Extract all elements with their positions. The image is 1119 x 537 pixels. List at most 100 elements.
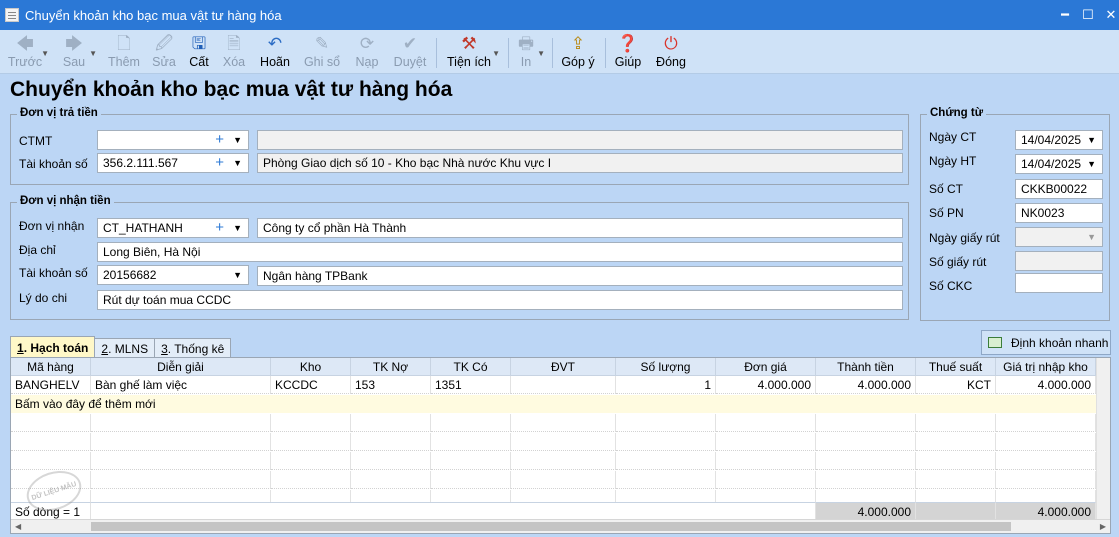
- close-button[interactable]: ⏻ Đóng: [655, 32, 687, 72]
- address-field[interactable]: Long Biên, Hà Nội: [97, 242, 903, 262]
- empty-row[interactable]: [11, 414, 1110, 432]
- tab-statistics[interactable]: 3. Thống kê: [154, 338, 232, 358]
- close-window-button[interactable]: ✕: [1098, 0, 1119, 30]
- empty-cell[interactable]: [511, 433, 616, 451]
- scroll-thumb[interactable]: [91, 522, 1011, 531]
- col-header-amount[interactable]: Thành tiền: [816, 358, 916, 376]
- col-header-description[interactable]: Diễn giải: [91, 358, 271, 376]
- col-header-stock-value[interactable]: Giá trị nhập kho: [996, 358, 1096, 376]
- cell-unit[interactable]: [511, 376, 616, 394]
- empty-cell[interactable]: [511, 414, 616, 432]
- cell-item-code[interactable]: BANGHELV: [11, 376, 91, 394]
- approve-button[interactable]: ✔ Duyệt: [393, 32, 427, 72]
- empty-cell[interactable]: [91, 452, 271, 470]
- empty-cell[interactable]: [916, 414, 996, 432]
- empty-cell[interactable]: [996, 452, 1096, 470]
- empty-cell[interactable]: [351, 414, 431, 432]
- cell-amount[interactable]: 4.000.000: [816, 376, 916, 394]
- chevron-down-icon[interactable]: ▼: [233, 219, 242, 237]
- empty-cell[interactable]: [996, 414, 1096, 432]
- empty-cell[interactable]: [271, 471, 351, 489]
- col-header-tax-rate[interactable]: Thuế suất: [916, 358, 996, 376]
- plus-icon[interactable]: +: [215, 219, 224, 237]
- save-button[interactable]: 🖫 Cất: [187, 32, 211, 72]
- chevron-down-icon[interactable]: ▼: [1087, 131, 1096, 149]
- withdraw-date-picker[interactable]: ▼: [1015, 227, 1103, 247]
- empty-cell[interactable]: [996, 471, 1096, 489]
- ctmt-combo[interactable]: + ▼: [97, 130, 249, 150]
- payee-account-combo[interactable]: 20156682 ▼: [97, 265, 249, 285]
- cell-credit-account[interactable]: 1351: [431, 376, 511, 394]
- cell-description[interactable]: Bàn ghế làm việc: [91, 376, 271, 394]
- empty-cell[interactable]: [431, 471, 511, 489]
- chevron-down-icon[interactable]: ▼: [537, 49, 545, 58]
- scroll-right-icon[interactable]: ▶: [1100, 520, 1106, 533]
- empty-cell[interactable]: [351, 433, 431, 451]
- cell-warehouse[interactable]: KCCDC: [271, 376, 351, 394]
- edit-button[interactable]: 🖉 Sửa: [151, 32, 177, 72]
- reload-button[interactable]: ⟳ Nạp: [354, 32, 380, 72]
- help-button[interactable]: ❓ Giúp: [614, 32, 642, 72]
- add-button[interactable]: 🗋 Thêm: [108, 32, 140, 72]
- empty-cell[interactable]: [816, 433, 916, 451]
- empty-cell[interactable]: [431, 433, 511, 451]
- date-ht-picker[interactable]: 14/04/2025 ▼: [1015, 154, 1103, 174]
- payee-unit-name[interactable]: Công ty cổ phần Hà Thành: [257, 218, 903, 238]
- bank-name-field[interactable]: Ngân hàng TPBank: [257, 266, 903, 286]
- col-header-warehouse[interactable]: Kho: [271, 358, 351, 376]
- undo-button[interactable]: ↶ Hoãn: [259, 32, 291, 72]
- empty-cell[interactable]: [916, 433, 996, 451]
- tab-accounting[interactable]: 1. Hạch toán: [10, 336, 96, 358]
- chevron-down-icon[interactable]: ▼: [41, 49, 49, 58]
- utilities-button[interactable]: ⚒ Tiện ích ▼: [447, 32, 500, 72]
- empty-cell[interactable]: [91, 471, 271, 489]
- date-ct-picker[interactable]: 14/04/2025 ▼: [1015, 130, 1103, 150]
- empty-cell[interactable]: [271, 414, 351, 432]
- chevron-down-icon[interactable]: ▼: [233, 266, 242, 284]
- accounting-grid[interactable]: Mã hàng Diễn giải Kho TK Nợ TK Có ĐVT Số…: [10, 357, 1111, 534]
- col-header-item-code[interactable]: Mã hàng: [11, 358, 91, 376]
- so-pn-field[interactable]: NK0023: [1015, 203, 1103, 223]
- plus-icon[interactable]: +: [215, 131, 224, 149]
- add-new-row-label[interactable]: Bấm vào đây để thêm mới: [11, 395, 411, 413]
- empty-cell[interactable]: [816, 414, 916, 432]
- empty-row[interactable]: [11, 471, 1110, 489]
- next-button[interactable]: 🡆 Sau ▼: [60, 32, 97, 72]
- reason-field[interactable]: Rút dự toán mua CCDC: [97, 290, 903, 310]
- empty-row[interactable]: [11, 433, 1110, 451]
- empty-cell[interactable]: [511, 471, 616, 489]
- col-header-unit-price[interactable]: Đơn giá: [716, 358, 816, 376]
- empty-cell[interactable]: [716, 452, 816, 470]
- empty-cell[interactable]: [431, 452, 511, 470]
- chevron-down-icon[interactable]: ▼: [492, 49, 500, 58]
- cell-stock-value[interactable]: 4.000.000: [996, 376, 1096, 394]
- empty-cell[interactable]: [816, 452, 916, 470]
- empty-cell[interactable]: [616, 452, 716, 470]
- empty-cell[interactable]: [916, 452, 996, 470]
- payer-account-combo[interactable]: 356.2.111.567 + ▼: [97, 153, 249, 173]
- empty-cell[interactable]: [91, 414, 271, 432]
- empty-cell[interactable]: [431, 414, 511, 432]
- withdraw-no-field[interactable]: [1015, 251, 1103, 271]
- post-button[interactable]: ✎ Ghi sổ: [304, 32, 340, 72]
- empty-cell[interactable]: [271, 452, 351, 470]
- delete-button[interactable]: 🗎 Xóa: [221, 32, 247, 72]
- empty-cell[interactable]: [271, 433, 351, 451]
- table-row[interactable]: BANGHELV Bàn ghế làm việc KCCDC 153 1351…: [11, 376, 1110, 394]
- col-header-debit-account[interactable]: TK Nợ: [351, 358, 431, 376]
- empty-cell[interactable]: [916, 471, 996, 489]
- payee-unit-combo[interactable]: CT_HATHANH + ▼: [97, 218, 249, 238]
- empty-cell[interactable]: [511, 452, 616, 470]
- empty-cell[interactable]: [716, 433, 816, 451]
- empty-cell[interactable]: [11, 414, 91, 432]
- cell-debit-account[interactable]: 153: [351, 376, 431, 394]
- ckc-field[interactable]: [1015, 273, 1103, 293]
- empty-cell[interactable]: [616, 471, 716, 489]
- chevron-down-icon[interactable]: ▼: [89, 49, 97, 58]
- empty-cell[interactable]: [351, 471, 431, 489]
- feedback-button[interactable]: ⇪ Góp ý: [561, 32, 595, 72]
- empty-cell[interactable]: [351, 452, 431, 470]
- empty-cell[interactable]: [91, 433, 271, 451]
- chevron-down-icon[interactable]: ▼: [233, 131, 242, 149]
- plus-icon[interactable]: +: [215, 154, 224, 172]
